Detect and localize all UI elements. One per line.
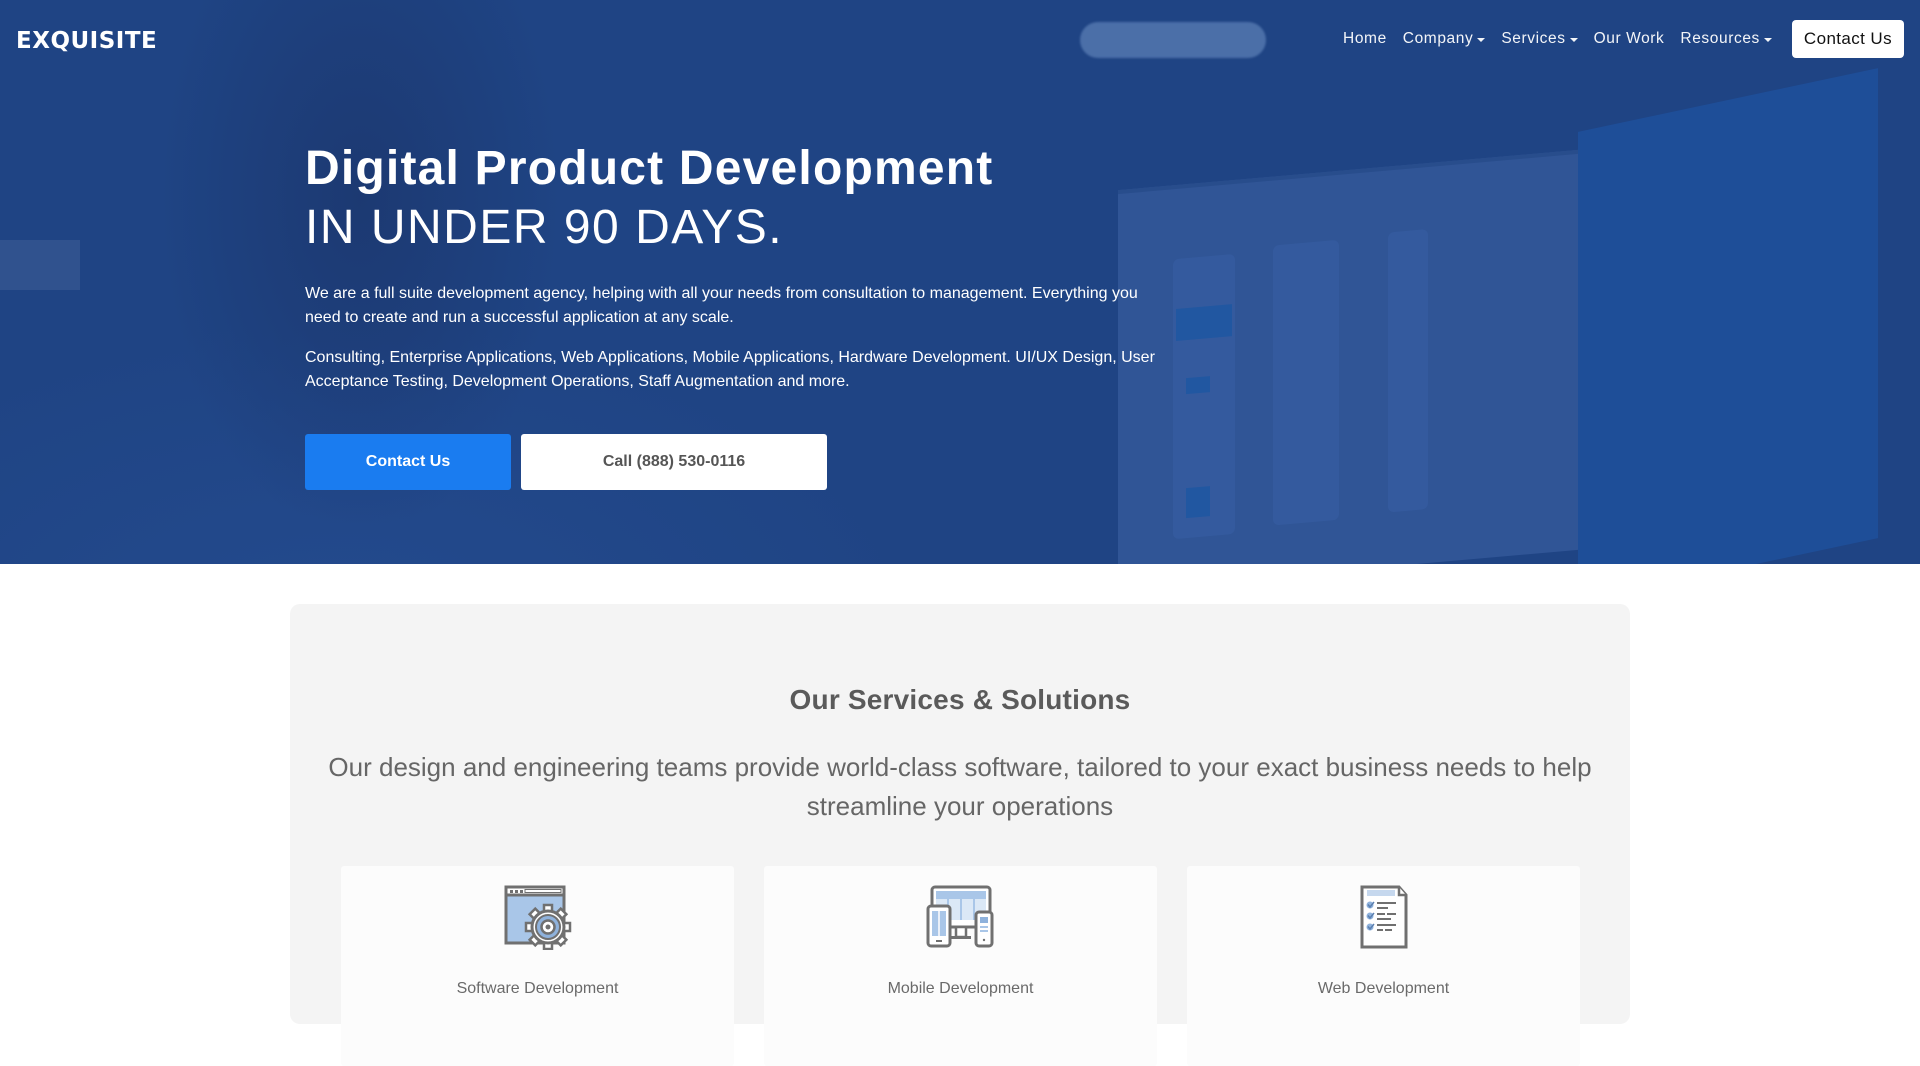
service-card-mobile-development[interactable]: Mobile Development [764, 866, 1157, 1066]
bg-shape [1186, 486, 1210, 519]
hero-subtitle: IN UNDER 90 DAYS. [305, 201, 784, 254]
bg-monitor [1578, 68, 1878, 564]
service-card-web-development[interactable]: Web Development [1187, 866, 1580, 1066]
service-card-title: Software Development [456, 980, 619, 997]
brand-logo[interactable]: EXQUISITE [16, 28, 157, 54]
bg-monitor [1118, 149, 1578, 564]
caret-down-icon [1763, 37, 1772, 42]
services-description: Our design and engineering teams provide… [328, 752, 1592, 821]
hero-description: We are a full suite development agency, … [305, 285, 1138, 326]
caret-down-icon [1569, 37, 1578, 42]
caret-down-icon [1477, 37, 1486, 42]
bg-shape [1388, 229, 1428, 513]
navbar: EXQUISITE Home Company Services Our Work… [0, 0, 1920, 80]
window-gear-icon [503, 884, 573, 951]
nav-our-work-label: Our Work [1593, 30, 1665, 47]
nav-company-label: Company [1402, 30, 1474, 47]
service-card-title: Web Development [1317, 980, 1450, 997]
nav-our-work[interactable]: Our Work [1586, 30, 1673, 48]
services-section: Our Services & Solutions Our design and … [290, 604, 1630, 1066]
hero-section: EXQUISITE Home Company Services Our Work… [0, 0, 1920, 564]
call-phone-button[interactable]: Call (888) 530-0116 [521, 434, 827, 490]
nav-home-label: Home [1343, 30, 1387, 47]
hero-content: Digital Product Development IN UNDER 90 … [305, 140, 1185, 490]
nav-company[interactable]: Company [1395, 30, 1494, 48]
nav-links: Home Company Services Our Work Resources… [1335, 20, 1904, 58]
devices-icon [926, 884, 996, 950]
hero-title: Digital Product Development [305, 142, 994, 195]
bg-shape [1273, 239, 1339, 526]
services-title: Our Services & Solutions [789, 684, 1131, 715]
contact-us-button[interactable]: Contact Us [305, 434, 511, 490]
nav-resources[interactable]: Resources [1672, 30, 1780, 48]
nav-services-label: Services [1501, 30, 1566, 47]
bg-shape [1186, 376, 1210, 395]
nav-resources-label: Resources [1680, 30, 1760, 47]
checklist-document-icon [1349, 884, 1419, 950]
bg-shape [0, 240, 80, 290]
service-cards: Software Development Mobile Development … [341, 866, 1610, 1066]
nav-home[interactable]: Home [1335, 30, 1395, 48]
hero-services-list: Consulting, Enterprise Applications, Web… [305, 349, 1155, 390]
hero-buttons: Contact Us Call (888) 530-0116 [305, 434, 1185, 490]
service-card-title: Mobile Development [887, 980, 1034, 997]
service-card-software-development[interactable]: Software Development [341, 866, 734, 1066]
nav-contact-button[interactable]: Contact Us [1791, 20, 1904, 58]
nav-services[interactable]: Services [1493, 30, 1585, 48]
